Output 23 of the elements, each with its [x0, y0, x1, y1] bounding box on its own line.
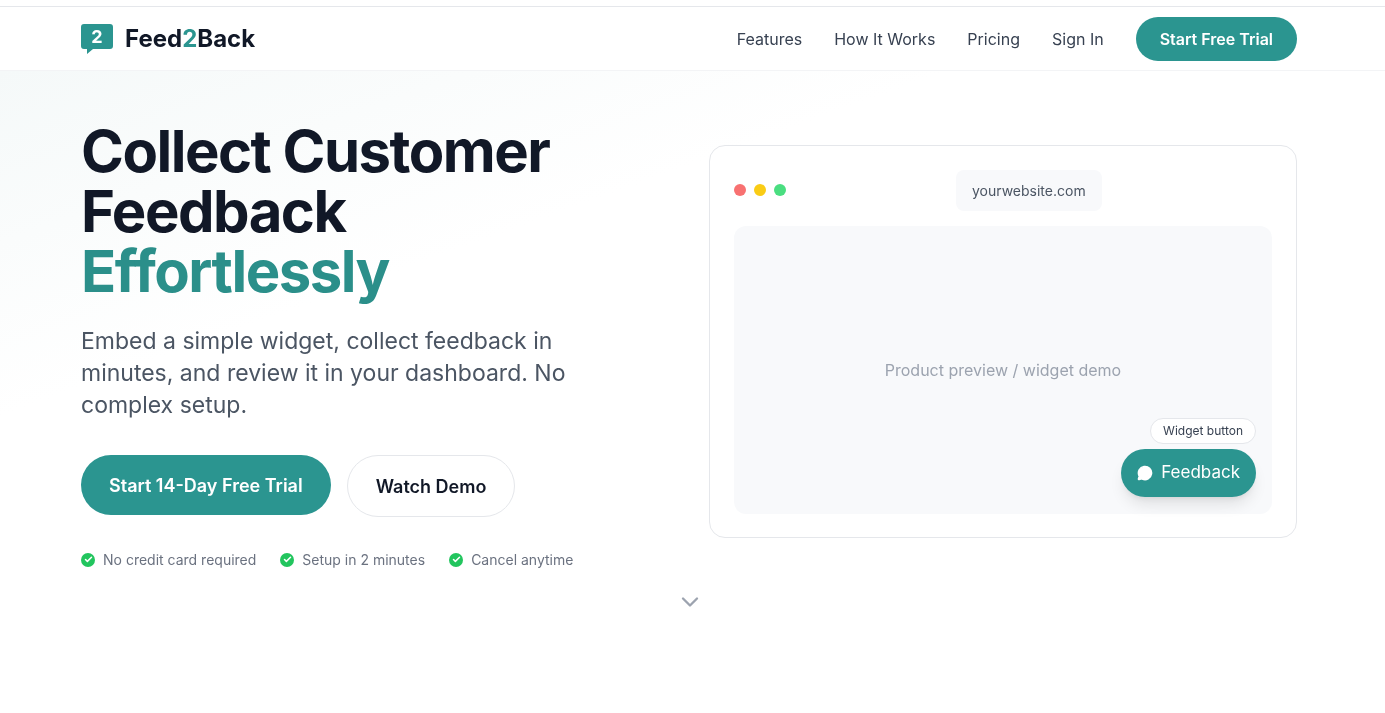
- nav-link[interactable]: Pricing: [967, 26, 1020, 51]
- check-icon: [280, 552, 295, 567]
- check-icon: [81, 552, 95, 567]
- benefit-text: No credit card required: [103, 550, 257, 570]
- start-trial-button[interactable]: Start Free Trial: [1135, 16, 1297, 61]
- nav-link[interactable]: How It Works: [834, 26, 936, 51]
- benefit-text: Cancel anytime: [471, 550, 574, 570]
- nav-link[interactable]: Features: [736, 26, 803, 51]
- hero-subtitle: Embed a simple widget, collect feedback in minutes, and review it in your dashboard. No complex setup.: [81, 326, 567, 421]
- start-free-trial-button[interactable]: Start 14-Day Free Trial: [81, 455, 331, 515]
- widget-label: Widget button: [1150, 418, 1256, 444]
- nav-link[interactable]: Sign In: [1052, 26, 1104, 51]
- feedback-widget-button[interactable]: Feedback: [1121, 449, 1256, 497]
- url-bar: yourwebsite.com: [956, 169, 1102, 211]
- hero-headline-line: Collect Customer: [81, 121, 551, 181]
- preview-placeholder-text: Product preview / widget demo: [884, 359, 1122, 382]
- watch-demo-button[interactable]: Watch Demo: [346, 455, 516, 517]
- logo-badge: 2: [81, 23, 113, 54]
- benefit-text: Setup in 2 minutes: [302, 550, 426, 570]
- chat-bubble-icon: [1137, 465, 1154, 481]
- check-icon: [449, 552, 464, 567]
- logo-text[interactable]: Feed2Back: [125, 20, 256, 57]
- hero-headline-line: Feedback: [81, 181, 348, 241]
